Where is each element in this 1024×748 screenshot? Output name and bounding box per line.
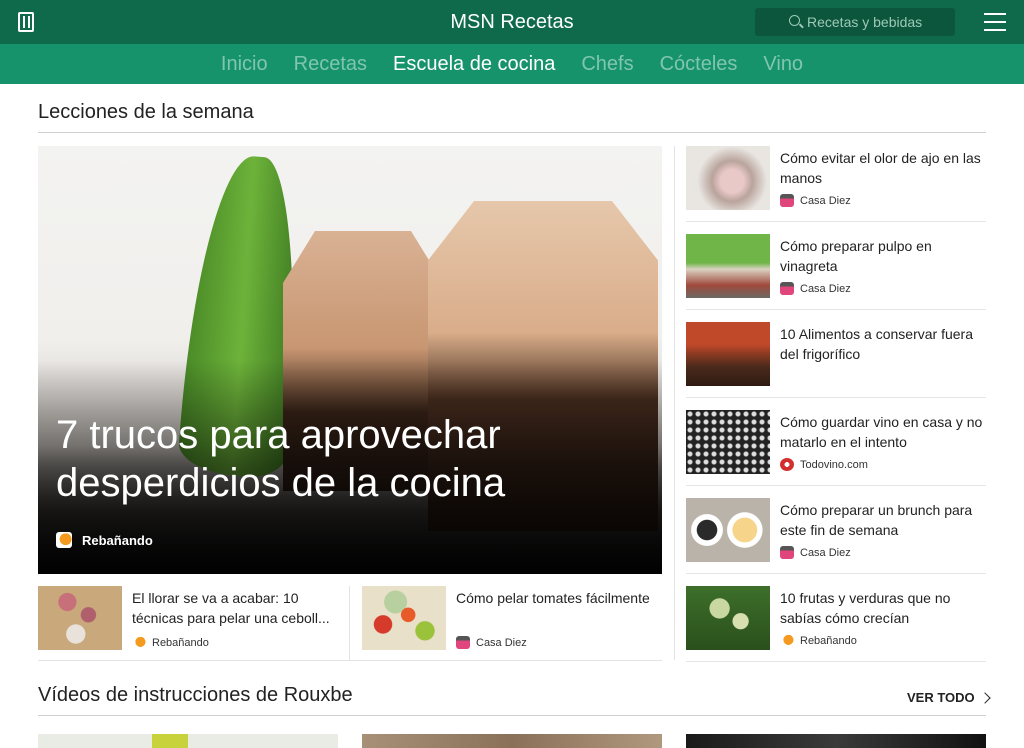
article-title[interactable]: Cómo evitar el olor de ajo en las manos [780,148,986,188]
divider [686,397,986,398]
search-input[interactable]: Recetas y bebidas [755,8,955,36]
todovino-icon [780,458,794,471]
nav-item-inicio[interactable]: Inicio [221,53,268,84]
hero-title[interactable]: 7 trucos para aprovechar desperdicios de… [56,411,616,507]
article-source: Rebañando [780,634,857,647]
rebanando-icon [780,634,794,647]
source-label: Todovino.com [800,458,868,471]
side-article[interactable]: Cómo preparar un brunch para este fin de… [686,498,986,586]
article-thumbnail [686,586,770,650]
article-source: Casa Diez [456,636,527,649]
article-thumbnail [686,234,770,298]
bottom-article[interactable]: El llorar se va a acabar: 10 técnicas pa… [38,586,338,660]
section-title-videos: Vídeos de instrucciones de Rouxbe [38,684,353,706]
side-article[interactable]: Cómo preparar pulpo en vinagreta Casa Di… [686,234,986,322]
divider [38,660,662,661]
video-thumbnail[interactable] [686,734,986,748]
search-icon [789,15,800,26]
source-label: Casa Diez [800,546,851,559]
article-title[interactable]: Cómo preparar un brunch para este fin de… [780,500,986,540]
divider [686,221,986,222]
article-thumbnail [686,410,770,474]
see-all-label: VER TODO [907,690,975,705]
article-thumbnail [686,498,770,562]
casa-diez-icon [780,194,794,207]
divider [686,573,986,574]
divider [686,661,986,662]
nav-item-recetas[interactable]: Recetas [294,53,367,84]
source-label: Rebañando [152,636,209,649]
divider [686,309,986,310]
article-title[interactable]: 10 frutas y verduras que no sabías cómo … [780,588,986,628]
article-thumbnail [38,586,122,650]
column-divider [349,586,350,660]
top-bar: MSN Recetas Recetas y bebidas [0,0,1024,44]
divider [686,485,986,486]
article-source: Casa Diez [780,546,851,559]
hero-source: Rebañando [56,532,153,548]
article-source: Casa Diez [780,194,851,207]
side-article[interactable]: 10 Alimentos a conservar fuera del frigo… [686,322,986,410]
casa-diez-icon [456,636,470,649]
video-thumbnail[interactable] [38,734,338,748]
article-title[interactable]: El llorar se va a acabar: 10 técnicas pa… [132,588,338,628]
article-title[interactable]: Cómo guardar vino en casa y no matarlo e… [780,412,986,452]
source-label: Rebañando [800,634,857,647]
hero-article[interactable]: 7 trucos para aprovechar desperdicios de… [38,146,662,574]
rebanando-icon [56,532,72,548]
section-title-lessons: Lecciones de la semana [38,101,254,123]
article-title[interactable]: Cómo pelar tomates fácilmente [456,588,662,608]
column-divider [674,146,675,660]
article-title[interactable]: Cómo preparar pulpo en vinagreta [780,236,986,276]
side-article[interactable]: 10 frutas y verduras que no sabías cómo … [686,586,986,674]
nav-item-chefs[interactable]: Chefs [581,53,633,84]
hero-gradient [38,146,662,574]
main-nav: Inicio Recetas Escuela de cocina Chefs C… [0,44,1024,84]
article-source: Rebañando [132,636,209,649]
divider [38,132,986,133]
chevron-right-icon [979,691,991,704]
source-label: Casa Diez [800,282,851,295]
source-label: Casa Diez [476,636,527,649]
nav-item-escuela-de-cocina[interactable]: Escuela de cocina [393,53,555,84]
article-thumbnail [686,146,770,210]
article-source: Casa Diez [780,282,851,295]
video-thumbnail[interactable] [362,734,662,748]
article-thumbnail [362,586,446,650]
source-label: Casa Diez [800,194,851,207]
article-source: Todovino.com [780,458,868,471]
rebanando-icon [132,636,146,649]
side-article[interactable]: Cómo evitar el olor de ajo en las manos … [686,146,986,234]
search-placeholder: Recetas y bebidas [807,14,923,30]
side-article[interactable]: Cómo guardar vino en casa y no matarlo e… [686,410,986,498]
casa-diez-icon [780,282,794,295]
see-all-link[interactable]: VER TODO [907,690,991,705]
bottom-article[interactable]: Cómo pelar tomates fácilmente Casa Diez [362,586,662,660]
article-title[interactable]: 10 Alimentos a conservar fuera del frigo… [780,324,986,364]
hamburger-menu-icon[interactable] [984,13,1006,31]
hero-source-label: Rebañando [82,532,153,548]
article-thumbnail [686,322,770,386]
nav-item-vino[interactable]: Vino [763,53,803,84]
nav-item-cocteles[interactable]: Cócteles [660,53,738,84]
divider [38,715,986,716]
casa-diez-icon [780,546,794,559]
